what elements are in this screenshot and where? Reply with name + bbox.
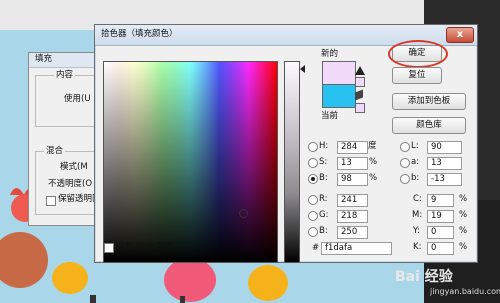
hue-slider-arrow-icon[interactable] [300,65,305,73]
color-field[interactable] [103,61,278,263]
web-colors-only-checkbox[interactable] [104,243,114,253]
b-label: B: [319,173,328,183]
baidu-watermark: Bai 经验 [395,269,453,285]
blue-label: B: [319,226,328,236]
color-selection-ring[interactable] [239,209,248,218]
g-label: G: [319,210,329,220]
k-input[interactable]: 0 [427,242,454,255]
web-safe-color-swatch[interactable] [355,103,365,113]
radio-hue[interactable] [308,142,318,152]
radio-a[interactable] [400,158,410,168]
chick-right [248,265,288,301]
b-unit: % [369,173,378,183]
l-input[interactable]: 90 [427,141,462,154]
g-input[interactable]: 218 [337,210,368,223]
current-color-swatch[interactable] [322,84,356,108]
color-libraries-button[interactable]: 颜色库 [392,117,466,134]
web-safe-cube-icon[interactable] [355,89,363,101]
hex-label: # [312,243,320,253]
s-input[interactable]: 13 [337,157,368,170]
chicken-pink [164,258,216,302]
h-unit: 度 [368,141,377,151]
k-unit: % [459,242,468,252]
blue-input[interactable]: 250 [337,226,368,239]
watermark-url: jingyan.baidu.com [430,287,500,296]
fill-dialog-title: 填充 [35,54,53,64]
highlight-circle [388,40,448,68]
h-input[interactable]: 284 [337,141,368,154]
picker-title: 拾色器（填充颜色） [101,29,178,39]
s-unit: % [369,157,378,167]
k-label: K: [413,242,422,252]
preserve-transparency-checkbox[interactable] [46,196,56,206]
a-label: a: [411,157,420,167]
web-colors-only-label: 只有 Web 颜色 [116,242,174,252]
r-label: R: [319,194,328,204]
content-group-label: 内容 [54,70,76,81]
s-label: S: [319,157,328,167]
hex-input[interactable]: f1dafa [321,242,392,255]
r-input[interactable]: 241 [337,194,368,207]
gamut-color-swatch[interactable] [355,77,365,87]
new-color-swatch [322,61,356,84]
opacity-label[interactable]: 不透明度(O [48,179,92,190]
radio-lightness[interactable] [400,142,410,152]
h-label: H: [319,141,329,151]
hue-slider[interactable] [284,61,300,263]
m-label: M: [412,210,423,220]
b-input[interactable]: 98 [337,173,368,186]
m-input[interactable]: 19 [427,210,454,223]
m-unit: % [459,210,468,220]
blend-group-label: 混合 [44,146,66,157]
c-unit: % [459,194,468,204]
use-label[interactable]: 使用(U [64,94,91,105]
radio-red[interactable] [308,195,318,205]
add-to-swatches-button[interactable]: 添加到色板 [392,93,466,110]
y-unit: % [459,226,468,236]
lab-b-label: b: [411,173,420,183]
radio-lab-b[interactable] [400,174,410,184]
chick-left [52,262,88,294]
c-label: C: [413,194,422,204]
reset-button[interactable]: 复位 [392,67,442,84]
close-icon: x [456,29,464,40]
y-input[interactable]: 0 [427,226,454,239]
radio-green[interactable] [308,211,318,221]
l-label: L: [411,141,419,151]
y-label: Y: [413,226,420,236]
radio-brightness[interactable] [308,174,318,184]
c-input[interactable]: 9 [427,194,454,207]
new-color-label: 新的 [321,49,339,59]
radio-saturation[interactable] [308,158,318,168]
close-button[interactable]: x [446,27,474,43]
mode-label[interactable]: 模式(M [60,162,88,173]
out-of-gamut-warning-icon[interactable] [355,66,365,75]
current-color-label: 当前 [321,111,339,121]
radio-blue[interactable] [308,227,318,237]
lab-b-input[interactable]: -13 [427,173,462,186]
a-input[interactable]: 13 [427,157,462,170]
color-picker-dialog: 拾色器（填充颜色） x 新的 当前 确定 复位 添加到色板 颜色库 H: 284… [94,24,478,263]
